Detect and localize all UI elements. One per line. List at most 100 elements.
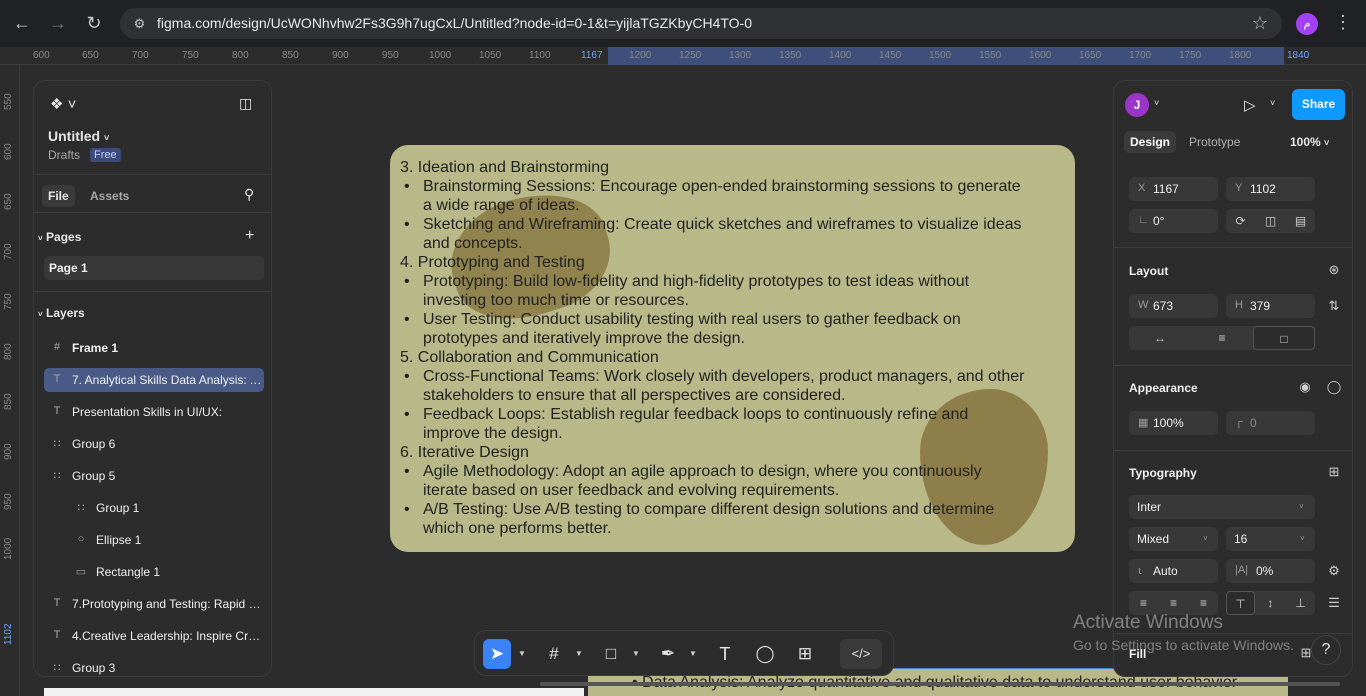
actions-icon[interactable]: ⊞ — [791, 639, 819, 669]
type-settings-icon[interactable]: ⚙ — [1322, 559, 1346, 583]
plan-badge: Free — [90, 148, 121, 162]
chevron-down-icon: ˅ — [1299, 502, 1304, 511]
bullet-text: a wide range of ideas. — [423, 197, 580, 214]
layer-item[interactable]: ∷ Group 3 — [44, 656, 264, 676]
font-family-select[interactable]: Inter ˅ — [1129, 495, 1315, 519]
width-field[interactable]: W 673 — [1129, 294, 1218, 318]
y-field[interactable]: Y 1102 — [1226, 177, 1315, 201]
pages-header[interactable]: ˅ Pages — [38, 230, 81, 244]
layer-name: Group 3 — [72, 661, 116, 675]
ruler-tick: 1167 — [581, 50, 603, 61]
font-size-field[interactable]: 16 ˅ — [1226, 527, 1315, 551]
layer-item[interactable]: T 4.Creative Leadership: Inspire Cre... — [44, 624, 264, 648]
flip-horizontal-icon[interactable]: ◫ — [1256, 209, 1285, 233]
chevron-down-icon[interactable]: ▼ — [631, 639, 641, 669]
activate-windows-title: Activate Windows — [1073, 612, 1223, 633]
toggle-sidebar-icon[interactable]: ◫ — [239, 95, 252, 112]
layer-type-icon: ∷ — [53, 662, 61, 674]
text-tool-icon[interactable]: T — [711, 639, 739, 669]
layer-name: Ellipse 1 — [96, 533, 142, 547]
text-options-icon[interactable]: ☰ — [1322, 591, 1346, 615]
bullet-text: Agile Methodology: Adopt an agile approa… — [423, 463, 982, 480]
constrain-proportions-icon[interactable]: ⇅ — [1322, 294, 1346, 318]
ruler-tick: 1650 — [1079, 50, 1102, 61]
forward-icon[interactable]: → — [47, 12, 69, 34]
page-item[interactable]: Page 1 — [44, 256, 264, 280]
ruler-tick: 1200 — [629, 50, 652, 61]
line-height-field[interactable]: ⍳ Auto — [1129, 559, 1218, 583]
visibility-eye-icon[interactable]: ◉ — [1293, 375, 1317, 399]
auto-layout-icon[interactable]: ⊛ — [1322, 258, 1346, 282]
pen-tool-icon[interactable]: ✒ — [654, 639, 682, 669]
fixed-size-icon[interactable]: □ — [1253, 326, 1315, 350]
align-top-icon[interactable]: ⊤ — [1226, 591, 1255, 615]
align-bottom-icon[interactable]: ⊥ — [1286, 591, 1315, 615]
bookmark-star-icon[interactable]: ☆ — [1252, 13, 1268, 34]
blend-drop-icon[interactable]: ◯ — [1322, 375, 1346, 399]
move-tool-icon[interactable]: ➤ — [483, 639, 511, 669]
search-icon[interactable]: ⚲ — [244, 186, 254, 203]
layer-item[interactable]: ○ Ellipse 1 — [44, 528, 264, 552]
layer-name: 7. Analytical Skills Data Analysis: A... — [72, 373, 262, 387]
browser-menu-icon[interactable]: ⋮ — [1334, 12, 1352, 33]
text-frame[interactable]: 3. Ideation and Brainstorming • Brainstorm… — [390, 145, 1075, 552]
layers-header[interactable]: ˅ Layers — [38, 306, 85, 320]
x-field[interactable]: X 1167 — [1129, 177, 1218, 201]
dev-mode-toggle-icon[interactable]: </> — [840, 639, 882, 669]
file-name[interactable]: Untitled ˅ — [48, 128, 109, 144]
frame-tool-icon[interactable]: # — [540, 639, 568, 669]
rectangle-tool-icon[interactable]: □ — [597, 639, 625, 669]
comment-tool-icon[interactable]: ◯ — [751, 639, 779, 669]
layer-type-icon: ∷ — [53, 438, 61, 450]
layer-item[interactable]: ▭ Rectangle 1 — [44, 560, 264, 584]
align-middle-icon[interactable]: ↕ — [1256, 591, 1285, 615]
chevron-down-icon[interactable]: ▼ — [574, 639, 584, 669]
text-styles-icon[interactable]: ⊞ — [1322, 460, 1346, 484]
layer-name: 7.Prototyping and Testing: Rapid P... — [72, 597, 262, 611]
rotation-icon: ∟ — [1138, 214, 1149, 226]
chevron-down-icon[interactable]: ˅ — [1270, 98, 1275, 108]
present-play-icon[interactable]: ▷ — [1244, 96, 1256, 114]
share-button[interactable]: Share — [1292, 89, 1345, 120]
tab-design[interactable]: Design — [1124, 131, 1177, 153]
letter-spacing-field[interactable]: |A| 0% — [1226, 559, 1315, 583]
flip-vertical-icon[interactable]: ▤ — [1286, 209, 1315, 233]
chevron-down-icon[interactable]: ▼ — [688, 639, 698, 669]
back-icon[interactable]: ← — [11, 12, 33, 34]
chevron-down-icon[interactable]: ▼ — [517, 639, 527, 669]
tab-prototype[interactable]: Prototype — [1183, 131, 1246, 153]
layer-item[interactable]: ∷ Group 5 — [44, 464, 264, 488]
layer-item[interactable]: T 7.Prototyping and Testing: Rapid P... — [44, 592, 264, 616]
user-avatar[interactable]: J — [1125, 93, 1149, 117]
layer-item[interactable]: ∷ Group 1 — [44, 496, 264, 520]
layer-item[interactable]: T Presentation Skills in UI/UX: — [44, 400, 264, 424]
layer-item[interactable]: T 7. Analytical Skills Data Analysis: A..… — [44, 368, 264, 392]
reload-icon[interactable]: ↻ — [83, 12, 105, 34]
drafts-label[interactable]: Drafts — [48, 148, 80, 162]
tab-file[interactable]: File — [42, 185, 75, 207]
tab-assets[interactable]: Assets — [90, 189, 129, 203]
height-field[interactable]: H 379 — [1226, 294, 1315, 318]
layer-type-icon: T — [53, 629, 61, 641]
layer-item[interactable]: ∷ Group 6 — [44, 432, 264, 456]
corner-radius-field[interactable]: ┌ 0 — [1226, 411, 1315, 435]
ruler-tick: 600 — [33, 50, 50, 61]
chevron-down-icon[interactable]: ˅ — [1154, 98, 1159, 108]
font-weight-select[interactable]: Mixed ˅ — [1129, 527, 1218, 551]
fill-lines-icon[interactable]: ≡ — [1191, 326, 1253, 350]
layer-item[interactable]: # Frame 1 — [44, 336, 264, 360]
address-bar[interactable]: ⚙ figma.com/design/UcWONhvhw2Fs3G9h7ugCx… — [120, 8, 1282, 39]
rotate-icon[interactable]: ⟳ — [1226, 209, 1255, 233]
zoom-level[interactable]: 100% ˅ — [1290, 135, 1329, 149]
help-button[interactable]: ? — [1311, 635, 1341, 665]
appearance-title: Appearance — [1129, 381, 1198, 395]
rotation-field[interactable]: ∟ 0° — [1129, 209, 1218, 233]
profile-avatar[interactable]: م — [1296, 13, 1318, 35]
opacity-field[interactable]: ▦ 100% — [1129, 411, 1218, 435]
add-page-icon[interactable]: + — [245, 227, 254, 245]
horizontal-scrollbar[interactable] — [540, 682, 1340, 686]
hug-width-icon[interactable]: ↔ — [1129, 326, 1191, 350]
figma-menu-icon[interactable]: ❖ ˅ — [50, 95, 76, 113]
divider — [34, 291, 271, 292]
site-settings-icon[interactable]: ⚙ — [131, 15, 148, 32]
